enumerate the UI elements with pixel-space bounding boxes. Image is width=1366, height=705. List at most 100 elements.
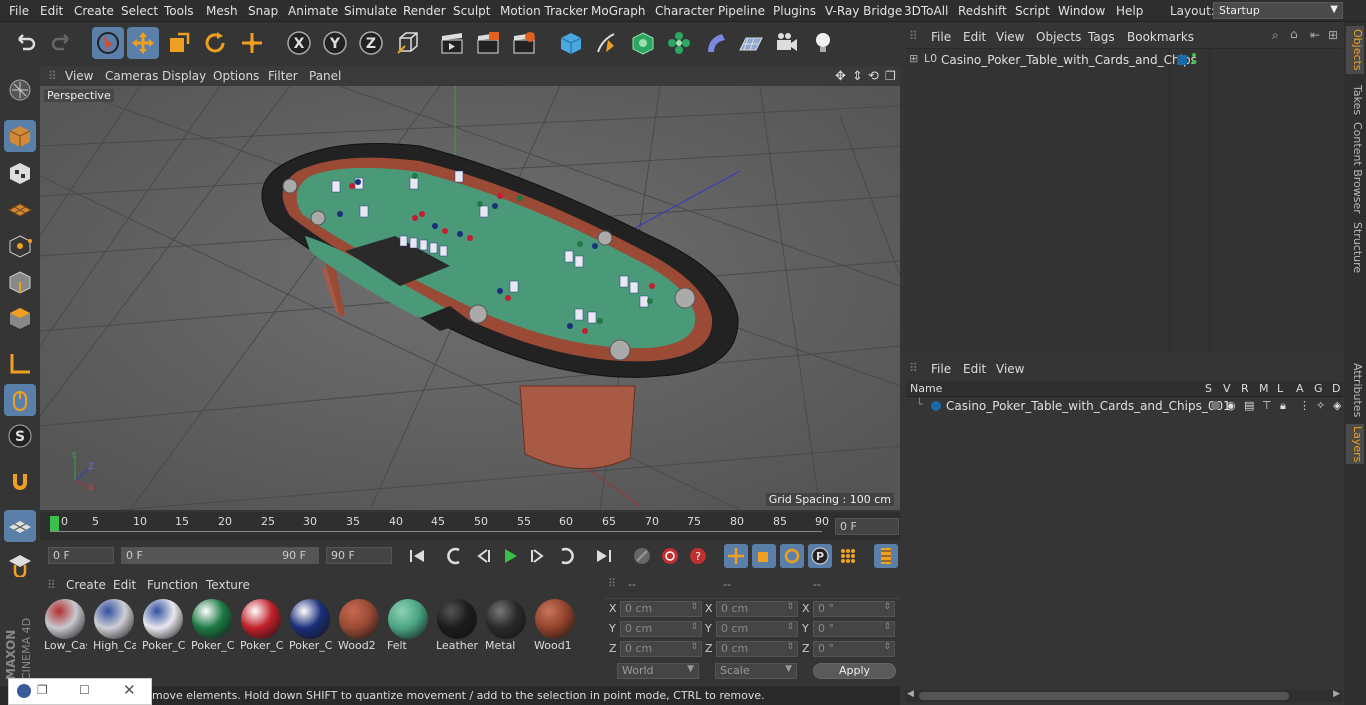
stepper-icon[interactable]: ⇕ xyxy=(786,622,794,632)
object-menu-view[interactable]: View xyxy=(996,30,1024,44)
menu-tools[interactable]: Tools xyxy=(164,4,194,18)
start-frame-field[interactable]: 0 F xyxy=(48,547,114,564)
current-frame-field[interactable]: 0 F xyxy=(835,518,899,535)
stepper-icon[interactable]: ⇕ xyxy=(690,602,698,612)
object-row[interactable]: ⊞ L0 Casino_Poker_Table_with_Cards_and_C… xyxy=(906,52,1343,68)
material-tile[interactable]: Leather xyxy=(434,598,479,656)
planar-workplane-button[interactable] xyxy=(4,548,36,580)
pan-view-icon[interactable]: ✥ xyxy=(835,69,846,84)
stepper-icon[interactable]: ⇕ xyxy=(883,642,891,652)
render-to-picture-viewer-button[interactable] xyxy=(472,27,504,59)
subdivision-surface-button[interactable] xyxy=(627,27,659,59)
scroll-left-icon[interactable]: ◀ xyxy=(907,689,914,699)
go-to-start-button[interactable] xyxy=(405,544,429,568)
play-button[interactable] xyxy=(498,544,522,568)
layout-select[interactable]: Startup ▼ xyxy=(1213,2,1343,19)
tab-objects[interactable]: Objects xyxy=(1346,26,1364,74)
search-icon[interactable]: ⌕ xyxy=(1272,28,1279,43)
manager-icon[interactable]: ⊤ xyxy=(1262,399,1272,412)
floor-button[interactable] xyxy=(735,27,767,59)
viewport-menu-options[interactable]: Options xyxy=(213,69,259,83)
lock-icon[interactable]: 🔒︎ xyxy=(1280,399,1286,413)
timeline-window-button[interactable] xyxy=(874,544,898,568)
menu-select[interactable]: Select xyxy=(121,4,158,18)
next-frame-button[interactable] xyxy=(526,544,550,568)
edges-mode-button[interactable] xyxy=(4,266,36,298)
end-frame-field[interactable]: 90 F xyxy=(326,547,392,564)
viewport-menu-cameras[interactable]: Cameras xyxy=(105,69,158,83)
material-tile[interactable]: Felt xyxy=(385,598,430,656)
menu-3dtoall[interactable]: 3DToAll xyxy=(904,4,948,18)
key-pla-button[interactable] xyxy=(836,544,860,568)
new-panel-icon[interactable]: ⊞ xyxy=(1328,28,1338,42)
workplane-lock-button[interactable] xyxy=(4,510,36,542)
maximize-view-icon[interactable]: ❐ xyxy=(885,69,896,83)
frame-range-slider[interactable]: 0 F 90 F xyxy=(121,547,319,564)
render-icon[interactable]: ▤ xyxy=(1244,399,1254,412)
menu-animate[interactable]: Animate xyxy=(288,4,338,18)
move-tool-button[interactable] xyxy=(127,27,159,59)
scale-tool-button[interactable] xyxy=(163,27,195,59)
size-field[interactable]: 0 cm ⇕ xyxy=(716,641,798,657)
viewport-menu-panel[interactable]: Panel xyxy=(309,69,341,83)
object-menu-tags[interactable]: Tags xyxy=(1088,30,1115,44)
menu-mesh[interactable]: Mesh xyxy=(206,4,238,18)
solo-toggle[interactable] xyxy=(1211,401,1220,410)
menu-simulate[interactable]: Simulate xyxy=(344,4,397,18)
menu-edit[interactable]: Edit xyxy=(40,4,63,18)
rotation-field[interactable]: 0 ° ⇕ xyxy=(813,601,895,617)
deformer-button[interactable] xyxy=(699,27,731,59)
menu-render[interactable]: Render xyxy=(403,4,446,18)
tab-attributes[interactable]: Attributes xyxy=(1346,360,1364,420)
layer-name[interactable]: Casino_Poker_Table_with_Cards_and_Chips_… xyxy=(946,399,1231,413)
tab-takes[interactable]: Takes xyxy=(1346,82,1364,118)
eye-icon[interactable]: ◉ xyxy=(1226,399,1236,412)
menu-create[interactable]: Create xyxy=(74,4,114,18)
record-active-objects-button[interactable] xyxy=(658,544,682,568)
material-menu-texture[interactable]: Texture xyxy=(206,578,250,592)
menu-motion-tracker[interactable]: Motion Tracker xyxy=(500,4,588,18)
tab-structure[interactable]: Structure xyxy=(1346,220,1364,276)
menu-character[interactable]: Character xyxy=(655,4,714,18)
light-button[interactable] xyxy=(807,27,839,59)
autokeying-button[interactable]: ? xyxy=(686,544,710,568)
layer-color-dot[interactable] xyxy=(931,401,941,411)
layer-menu-file[interactable]: File xyxy=(931,362,951,376)
camera-button[interactable] xyxy=(771,27,803,59)
rotate-tool-button[interactable] xyxy=(199,27,231,59)
viewport-menu-filter[interactable]: Filter xyxy=(268,69,298,83)
scrollbar-thumb[interactable] xyxy=(919,692,1289,700)
coordinate-system-button[interactable] xyxy=(392,27,424,59)
stepper-icon[interactable]: ⇕ xyxy=(883,622,891,632)
tab-layers[interactable]: Layers xyxy=(1346,424,1364,464)
object-menu-bookmarks[interactable]: Bookmarks xyxy=(1127,30,1194,44)
pen-spline-button[interactable] xyxy=(591,27,623,59)
rotate-view-icon[interactable]: ⟲ xyxy=(868,69,879,84)
3d-viewport[interactable]: Y Z X Perspective Grid Spacing : 100 cm xyxy=(40,86,900,510)
cube-object-button[interactable] xyxy=(555,27,587,59)
restore-icon[interactable]: ❐ xyxy=(37,683,48,697)
expand-icon[interactable]: ⊞ xyxy=(909,52,918,65)
make-editable-button[interactable] xyxy=(4,74,36,106)
previous-frame-button[interactable] xyxy=(471,544,495,568)
timeline-ruler[interactable]: 0 5 10 15 20 25 30 35 40 45 50 55 60 65 … xyxy=(40,512,900,540)
tab-content-browser[interactable]: Content Browser xyxy=(1346,122,1364,214)
deformer-icon[interactable]: ◈ xyxy=(1333,399,1341,412)
animation-icon[interactable]: ⋮ xyxy=(1299,399,1310,412)
material-tile[interactable]: Metal xyxy=(483,598,528,656)
next-key-button[interactable] xyxy=(554,544,578,568)
menu-plugins[interactable]: Plugins xyxy=(773,4,816,18)
size-mode-select[interactable]: Scale ▼ xyxy=(715,663,797,679)
back-icon[interactable]: ⇤ xyxy=(1310,28,1320,42)
apply-button[interactable]: Apply xyxy=(813,663,896,679)
solo-button[interactable]: S xyxy=(4,420,36,452)
material-tile[interactable]: Wood1 xyxy=(532,598,577,656)
layer-color-swatch[interactable] xyxy=(1177,55,1187,65)
coordinate-mode-select[interactable]: World ▼ xyxy=(617,663,699,679)
stepper-icon[interactable]: ⇕ xyxy=(786,642,794,652)
menu-sculpt[interactable]: Sculpt xyxy=(453,4,490,18)
key-scale-button[interactable] xyxy=(752,544,776,568)
material-menu-function[interactable]: Function xyxy=(147,578,198,592)
y-axis-lock-button[interactable]: Y xyxy=(319,27,351,59)
size-field[interactable]: 0 cm ⇕ xyxy=(716,621,798,637)
